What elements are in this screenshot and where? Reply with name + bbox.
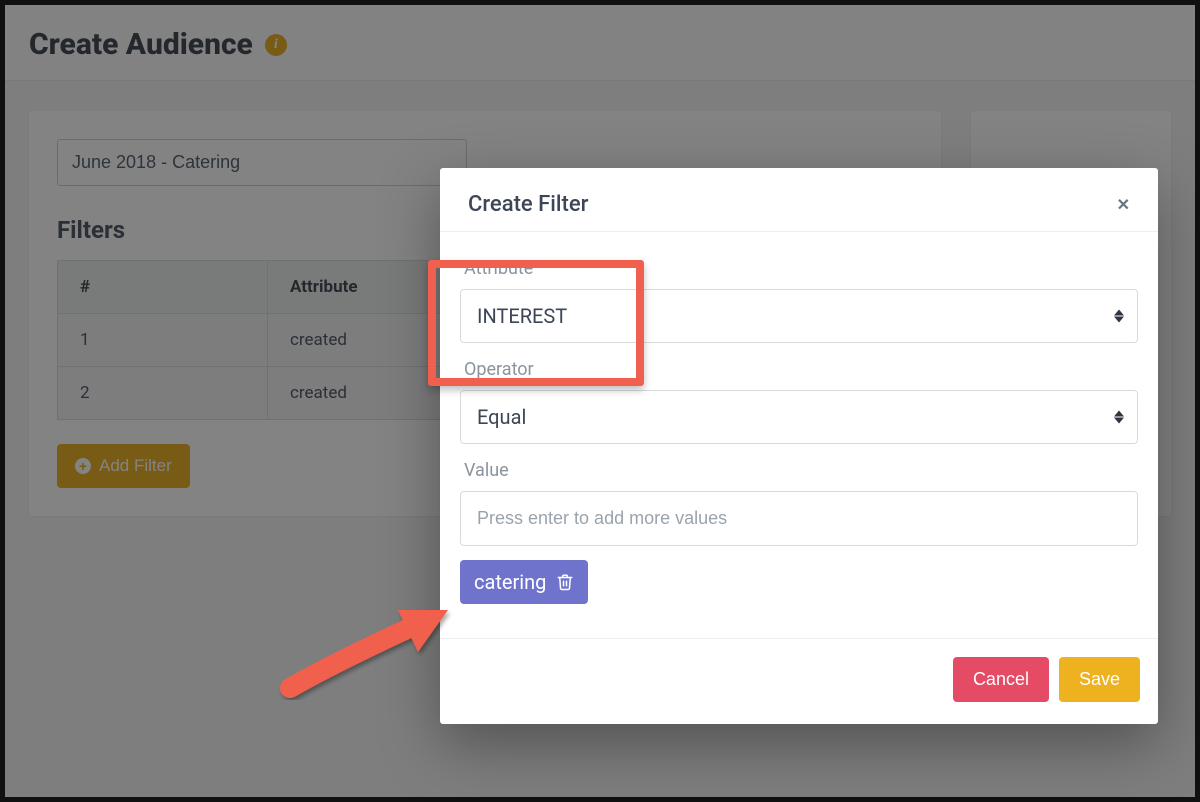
close-icon[interactable]: ✕ [1117,195,1130,215]
modal-title: Create Filter [468,192,588,217]
modal-header: Create Filter ✕ [440,168,1158,231]
operator-label: Operator [464,359,1134,380]
attribute-select[interactable]: INTEREST [460,289,1138,343]
trash-icon[interactable] [556,572,574,592]
save-button[interactable]: Save [1059,657,1140,702]
value-label: Value [464,460,1134,481]
cancel-button[interactable]: Cancel [953,657,1049,702]
modal-body: Attribute INTEREST Operator Equal Value … [440,231,1158,620]
chip-text: catering [474,570,546,594]
value-input[interactable] [460,491,1138,546]
attribute-label: Attribute [464,258,1134,279]
create-filter-modal: Create Filter ✕ Attribute INTEREST Opera… [440,168,1158,724]
operator-select[interactable]: Equal [460,390,1138,444]
modal-footer: Cancel Save [440,638,1158,724]
value-chip[interactable]: catering [460,560,588,604]
